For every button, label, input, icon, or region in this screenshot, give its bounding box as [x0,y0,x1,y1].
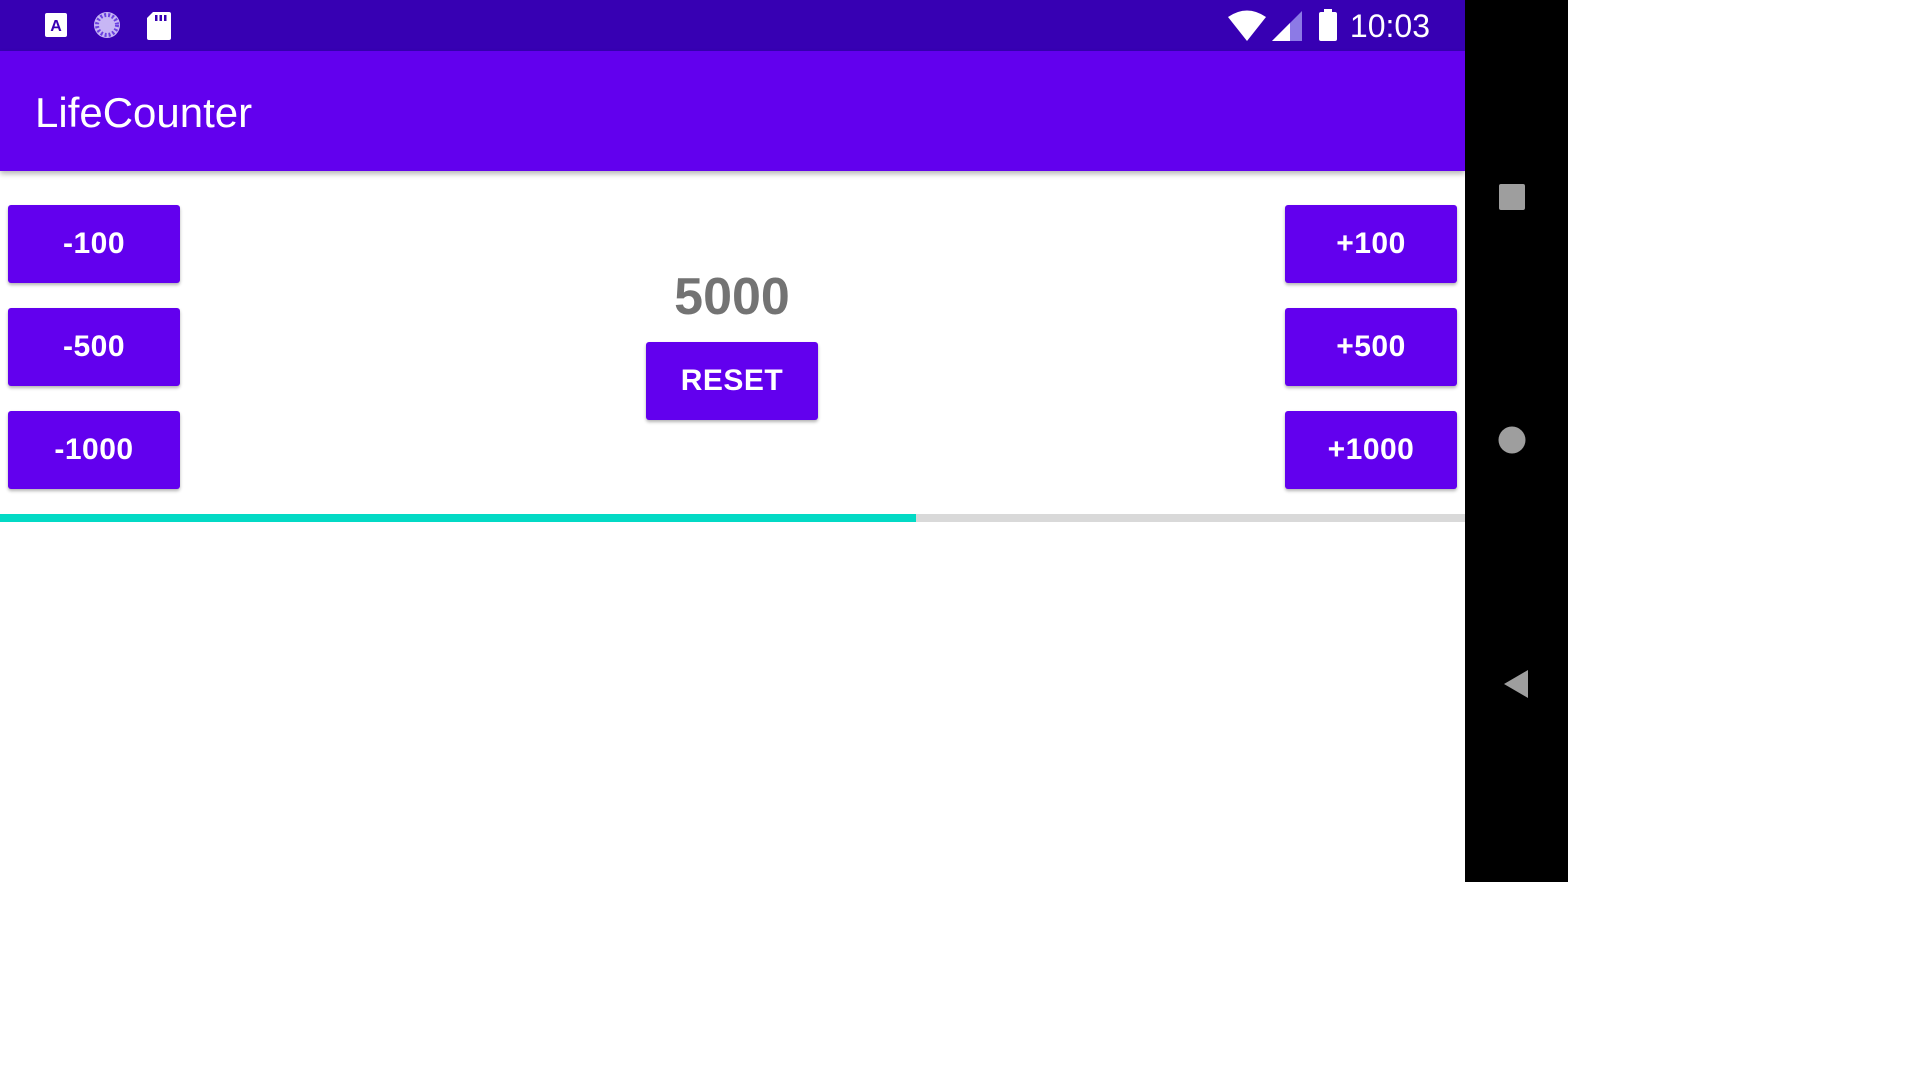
plus-1000-button[interactable]: +1000 [1285,411,1457,489]
minus-500-button[interactable]: -500 [8,308,180,386]
reset-button[interactable]: RESET [646,342,818,420]
battery-icon [1319,9,1337,41]
life-progress-fill [0,514,916,522]
app-screen: A 10:03 LifeCounter -100 -500 -1000 5000… [0,0,1465,882]
svg-text:A: A [50,18,62,35]
minus-1000-button[interactable]: -1000 [8,411,180,489]
life-progress-bar [0,514,1465,522]
cell-signal-icon [1272,11,1302,41]
wifi-icon [1228,10,1266,41]
status-bar: A 10:03 [0,0,1465,51]
plus-100-button[interactable]: +100 [1285,205,1457,283]
app-title: LifeCounter [35,89,253,136]
status-time: 10:03 [1349,8,1430,44]
sd-card-icon [147,12,171,40]
life-counter-value: 5000 [674,268,790,326]
home-icon[interactable] [1497,425,1527,455]
a-badge-icon: A [45,13,67,37]
minus-100-button[interactable]: -100 [8,205,180,283]
back-icon[interactable] [1501,668,1531,700]
recents-icon[interactable] [1497,182,1527,212]
plus-500-button[interactable]: +500 [1285,308,1457,386]
loading-circle-icon [94,12,120,38]
app-bar: LifeCounter [0,51,1465,171]
